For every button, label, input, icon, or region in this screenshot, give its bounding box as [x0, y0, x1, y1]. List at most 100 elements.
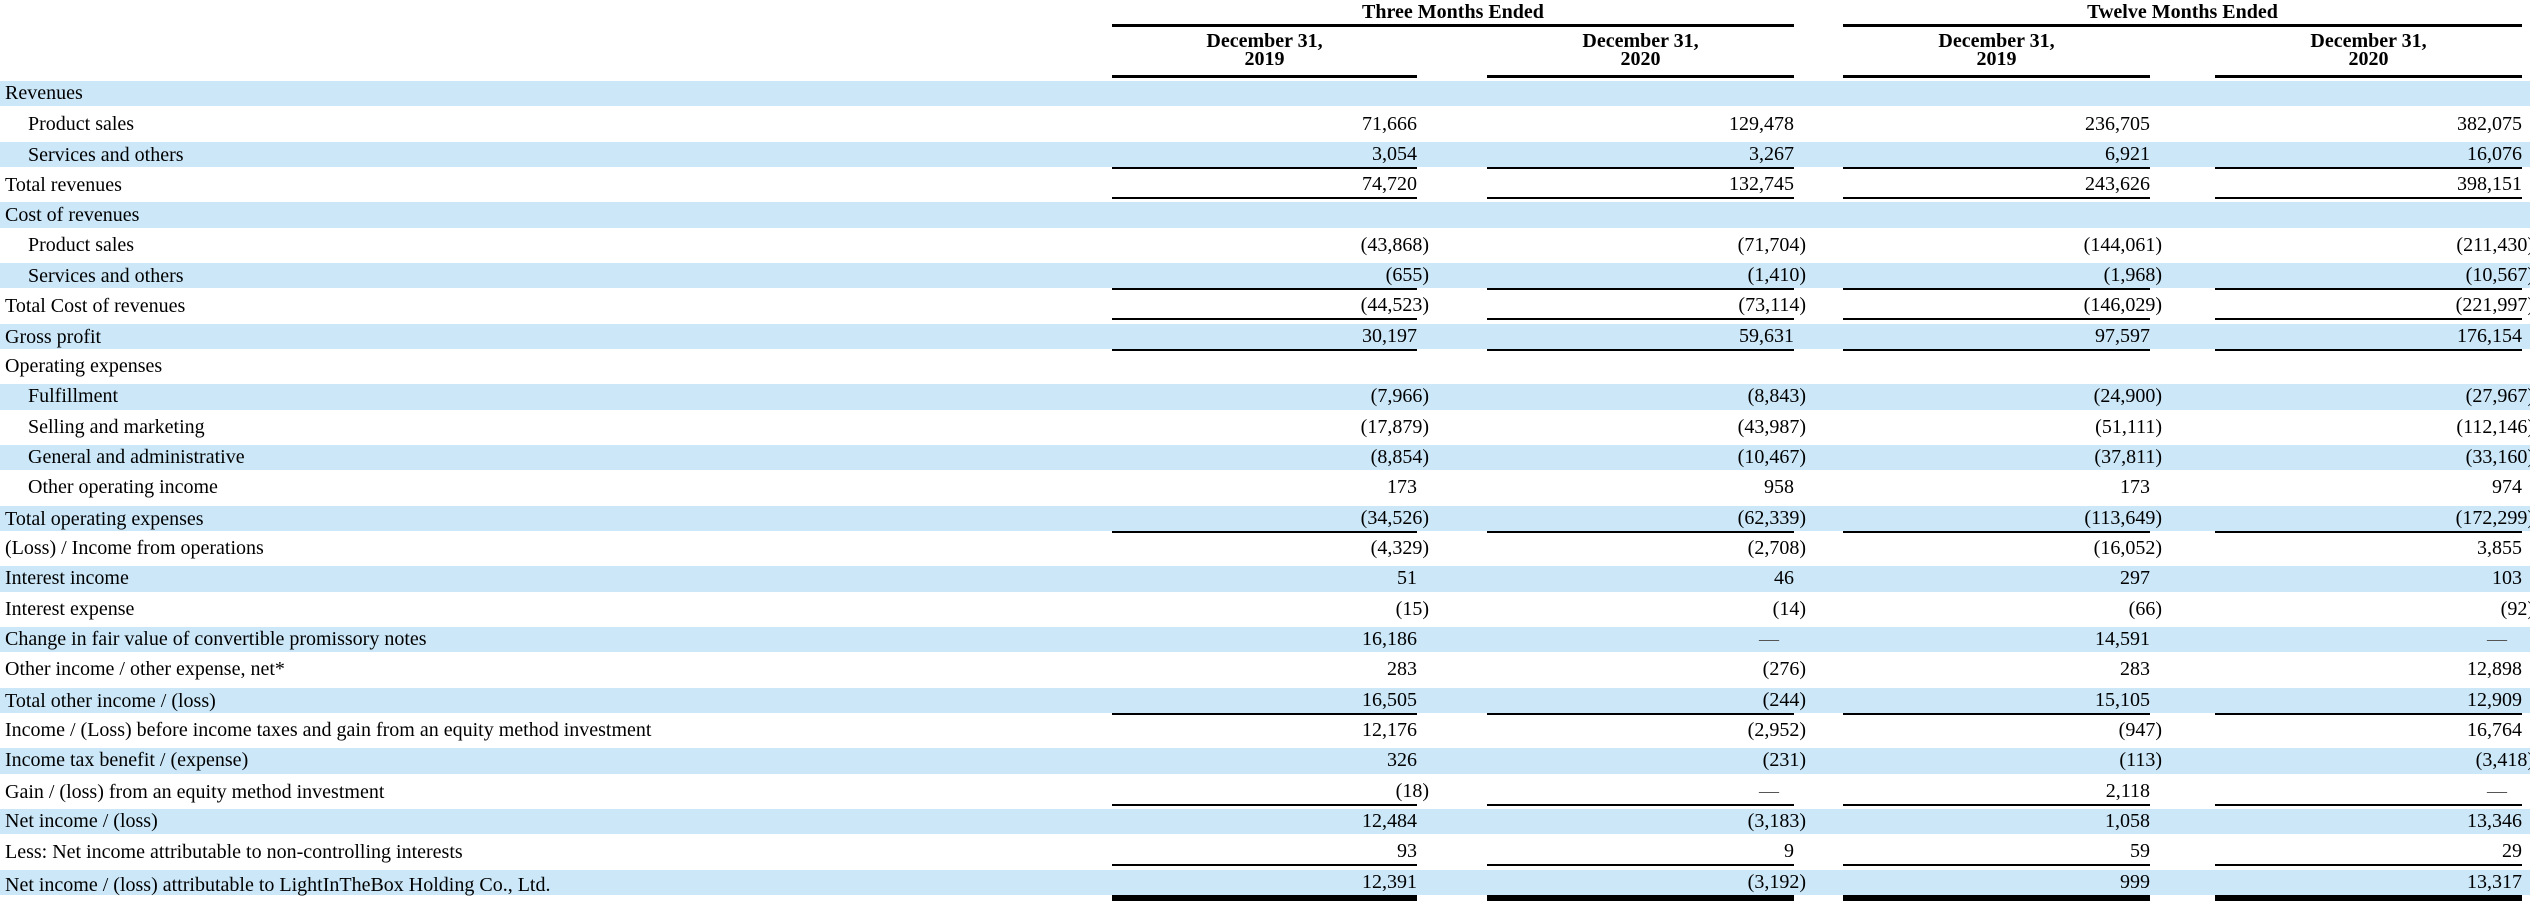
cell-value: 12,898 — [2467, 658, 2522, 681]
row-label: Cost of revenues — [5, 203, 140, 226]
row-label: Income tax benefit / (expense) — [5, 749, 249, 772]
cell-value: 12,484 — [1362, 810, 1417, 833]
value-cell: 3,054 — [1112, 142, 1417, 169]
value-cell: 15,105 — [1843, 688, 2150, 715]
row-label: Interest expense — [5, 597, 135, 620]
table-row: Interest income 51 46 297 103 — [0, 566, 2530, 592]
value-cell: 12,176 — [1112, 718, 1417, 743]
cell-value: (73,114) — [1738, 294, 1806, 317]
value-cell: 16,076 — [2215, 142, 2522, 169]
row-label: Services and others — [28, 264, 184, 287]
cell-value: (16,052) — [2093, 537, 2162, 560]
table-row: Other income / other expense, net* 283 (27… — [0, 657, 2530, 682]
table-row: Change in fair value of convertible prom… — [0, 626, 2530, 653]
value-cell: 999 — [1843, 870, 2150, 901]
value-cell: (221,997) — [2215, 293, 2530, 321]
value-cell: 236,705 — [1843, 111, 2150, 136]
table-row: Net income / (loss) attributable to Ligh… — [0, 869, 2530, 901]
value-cell: 283 — [1112, 657, 1417, 682]
value-cell: (1,968) — [1843, 263, 2162, 290]
value-cell: 173 — [1112, 475, 1417, 500]
value-cell: (113,649) — [1843, 506, 2162, 533]
cell-value: 15,105 — [2095, 688, 2150, 711]
value-cell — [1487, 202, 1794, 227]
value-cell: (62,339) — [1487, 506, 1806, 533]
cell-value: 3,054 — [1372, 142, 1417, 165]
value-cell: (1,410) — [1487, 263, 1806, 290]
table-row: Cost of revenues — [0, 202, 2530, 228]
table-row: Income / (Loss) before income taxes and … — [0, 718, 2530, 743]
value-cell: (71,704) — [1487, 233, 1806, 258]
row-label: Fulfillment — [28, 385, 118, 408]
row-label: Change in fair value of convertible prom… — [5, 628, 427, 651]
cell-value: (113) — [2119, 749, 2162, 772]
value-cell: (3,183) — [1487, 809, 1806, 834]
value-cell: (24,900) — [1843, 384, 2162, 409]
value-cell: 1,058 — [1843, 809, 2150, 834]
value-cell: 93 — [1112, 839, 1417, 867]
cell-value: 283 — [1387, 658, 1417, 681]
value-cell: 6,921 — [1843, 142, 2150, 169]
row-label: Income / (Loss) before income taxes and … — [5, 719, 652, 742]
value-cell: 12,909 — [2215, 688, 2522, 715]
cell-value: (655) — [1385, 263, 1429, 286]
cell-value: (8,843) — [1747, 385, 1806, 408]
value-cell: 129,478 — [1487, 111, 1794, 136]
cell-value: 958 — [1764, 476, 1794, 499]
cell-value: 46 — [1774, 567, 1794, 590]
cell-value: (244) — [1762, 688, 1806, 711]
cell-value: (113,649) — [2084, 506, 2162, 529]
table-row: Product sales 71,666 129,478 236,705 382,075 — [0, 111, 2530, 136]
cell-value: (33,160) — [2465, 446, 2530, 469]
value-cell: — — [1487, 627, 1794, 652]
value-cell: 97,597 — [1843, 324, 2150, 351]
cell-value: 12,391 — [1362, 870, 1417, 893]
value-cell: (17,879) — [1112, 415, 1429, 440]
cell-value: 132,745 — [1729, 172, 1794, 195]
value-cell — [1112, 202, 1417, 227]
value-cell: (10,467) — [1487, 445, 1806, 470]
value-cell: (18) — [1112, 779, 1429, 806]
cell-value: (231) — [1762, 749, 1806, 772]
value-cell: (8,854) — [1112, 445, 1429, 470]
table-row: Services and others (655) (1,410) (1,968) (1… — [0, 262, 2530, 290]
cell-value: (10,567) — [2465, 263, 2530, 286]
column-header-dec-31-2020-12m: December 31, 2020 — [2215, 27, 2522, 78]
cell-value: 974 — [2492, 476, 2522, 499]
table-row: Operating expenses — [0, 354, 2530, 379]
value-cell: 74,720 — [1112, 172, 1417, 199]
cell-value: 6,921 — [2105, 142, 2150, 165]
income-statement-table: Three Months Ended Twelve Months Ended D… — [0, 0, 2530, 906]
cell-value: (51,111) — [2095, 415, 2162, 438]
value-cell — [2215, 81, 2522, 106]
cell-value: (2,708) — [1747, 537, 1806, 560]
value-cell: 71,666 — [1112, 111, 1417, 136]
value-cell: (4,329) — [1112, 536, 1429, 561]
value-cell: (211,430) — [2215, 233, 2530, 258]
row-label: Net income / (loss) — [5, 810, 158, 833]
table-row: Product sales (43,868) (71,704) (144,061) (2… — [0, 233, 2530, 258]
value-cell: 13,346 — [2215, 809, 2522, 834]
cell-value: 74,720 — [1362, 172, 1417, 195]
cell-value: (276) — [1762, 658, 1806, 681]
cell-value: (18) — [1395, 779, 1429, 802]
cell-value: (14) — [1772, 597, 1806, 620]
row-label: Other operating income — [28, 476, 218, 499]
cell-value: 16,505 — [1362, 688, 1417, 711]
cell-value: 16,076 — [2467, 142, 2522, 165]
value-cell: 16,186 — [1112, 627, 1417, 652]
value-cell: 398,151 — [2215, 172, 2522, 199]
table-row: General and administrative (8,854) (10,467… — [0, 444, 2530, 471]
value-cell: (244) — [1487, 688, 1806, 715]
value-cell: 59,631 — [1487, 324, 1794, 351]
value-cell: (14) — [1487, 597, 1806, 622]
cell-value: 14,591 — [2095, 628, 2150, 651]
cell-value: 283 — [2120, 658, 2150, 681]
row-label: Total other income / (loss) — [5, 689, 216, 712]
cell-value: (1,410) — [1747, 263, 1806, 286]
cell-value: (10,467) — [1737, 446, 1806, 469]
row-label: Revenues — [5, 82, 83, 105]
cell-value: 51 — [1397, 567, 1417, 590]
value-cell — [1487, 354, 1794, 379]
cell-value: (27,967) — [2465, 385, 2530, 408]
